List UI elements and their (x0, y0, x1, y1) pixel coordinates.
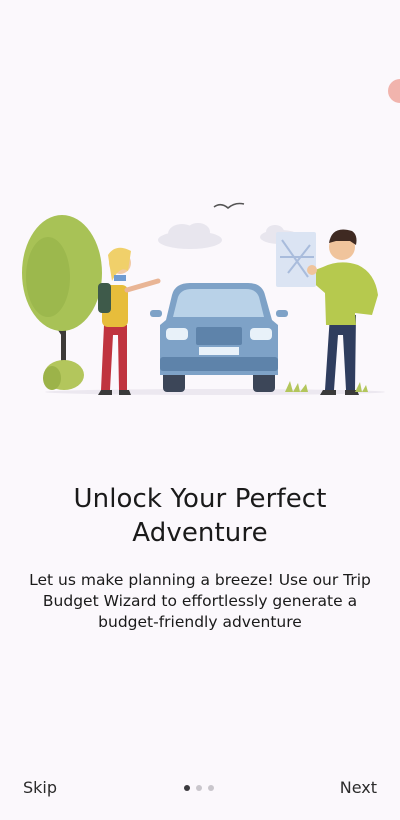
onboarding-footer: Skip Next (0, 770, 400, 810)
man-figure (276, 229, 378, 395)
edge-decoration (388, 79, 400, 103)
woman-figure (98, 247, 161, 395)
tree-icon (22, 215, 102, 390)
page-dot (208, 785, 214, 791)
onboarding-description: Let us make planning a breeze! Use our T… (29, 571, 371, 631)
onboarding-title: Unlock Your Perfect Adventure (73, 484, 327, 548)
page-dot (196, 785, 202, 791)
road-trip-illustration (22, 202, 385, 395)
car-illustration (150, 283, 288, 392)
page-indicator (184, 785, 214, 791)
skip-button[interactable]: Skip (23, 778, 57, 797)
bird-icon (213, 202, 245, 210)
page-dot-active (184, 785, 190, 791)
next-button[interactable]: Next (340, 778, 377, 797)
